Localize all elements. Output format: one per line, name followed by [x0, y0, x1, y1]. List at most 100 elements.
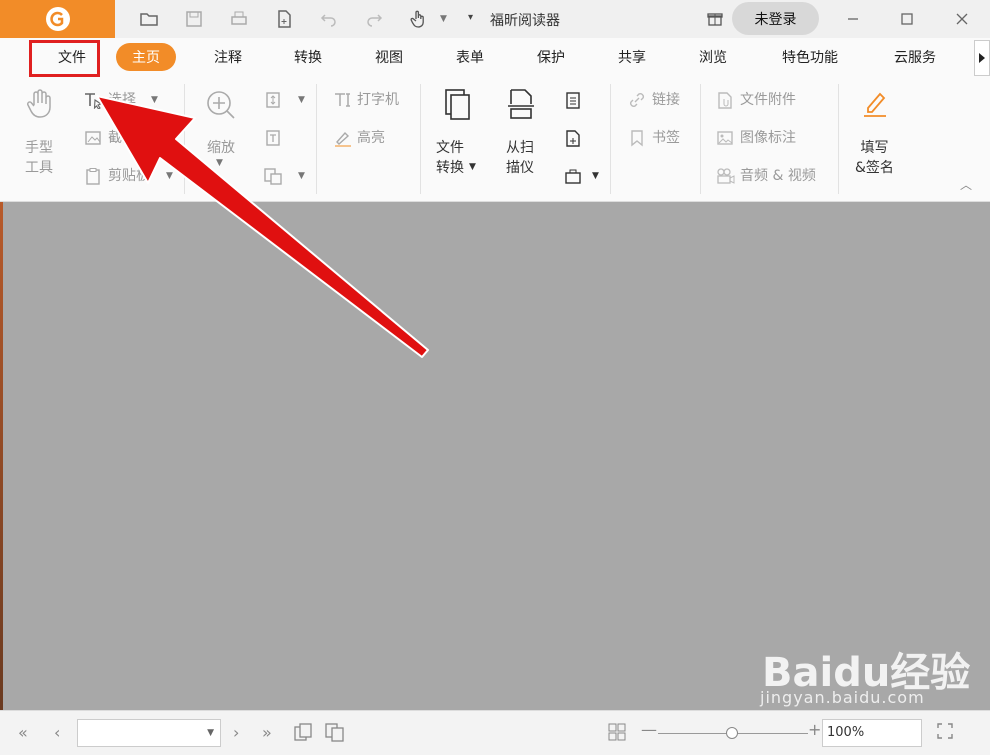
highlight-label[interactable]: 高亮	[357, 128, 385, 148]
next-view-icon[interactable]	[324, 722, 346, 746]
rotate-view-icon[interactable]	[262, 166, 284, 186]
zoom-icon[interactable]	[204, 88, 238, 122]
select-label[interactable]: 选择	[108, 90, 136, 110]
previous-page-icon[interactable]: ‹	[54, 723, 60, 742]
last-page-icon[interactable]: »	[262, 723, 272, 742]
new-file-icon[interactable]	[272, 7, 296, 31]
create-from-icon[interactable]	[562, 166, 584, 186]
image-annotation-icon[interactable]	[714, 128, 736, 148]
ribbon-separator	[838, 84, 839, 194]
typewriter-icon[interactable]	[332, 90, 354, 110]
ribbon-separator	[420, 84, 421, 194]
close-icon[interactable]	[949, 6, 975, 32]
snapshot-icon[interactable]	[82, 128, 104, 148]
zoom-out-icon[interactable]: —	[641, 720, 657, 739]
hand-tool-label[interactable]: 手型 工具	[25, 138, 53, 178]
audio-video-icon[interactable]	[714, 166, 736, 186]
page-layout-icon[interactable]	[607, 722, 627, 746]
tab-browse[interactable]: 浏览	[683, 43, 743, 71]
from-scanner-label[interactable]: 从扫 描仪	[506, 138, 534, 178]
bookmark-label[interactable]: 书签	[652, 128, 680, 148]
zoom-label[interactable]: 缩放	[207, 138, 235, 158]
blank-page-icon[interactable]	[562, 128, 584, 148]
link-label[interactable]: 链接	[652, 90, 680, 110]
ribbon-separator	[316, 84, 317, 194]
highlight-icon[interactable]	[332, 128, 354, 148]
bookmark-icon[interactable]	[626, 128, 648, 148]
status-bar: « ‹ ▼ › » — + 100%	[0, 710, 990, 755]
tab-share[interactable]: 共享	[602, 43, 662, 71]
title-bar: ▼ ▾ 福昕阅读器 未登录	[0, 0, 990, 38]
gift-icon[interactable]	[706, 9, 726, 29]
audio-video-label[interactable]: 音频 & 视频	[740, 166, 816, 186]
file-convert-label[interactable]: 文件 转换	[436, 138, 464, 178]
select-dropdown-caret-icon[interactable]: ▼	[151, 95, 158, 105]
zoom-in-icon[interactable]: +	[808, 720, 821, 739]
tab-comment[interactable]: 注释	[198, 43, 258, 71]
baidu-watermark-url: jingyan.baidu.com	[760, 688, 925, 707]
page-number-input[interactable]: ▼	[77, 719, 221, 747]
ribbon-separator	[700, 84, 701, 194]
title-dropdown-caret-icon[interactable]: ▾	[468, 12, 473, 23]
page-dropdown-caret-icon[interactable]: ▼	[207, 728, 214, 738]
collapse-ribbon-icon[interactable]: ︿	[960, 176, 972, 193]
fullscreen-icon[interactable]	[936, 722, 954, 744]
file-convert-icon[interactable]	[440, 86, 474, 122]
link-icon[interactable]	[626, 90, 648, 110]
zoom-dropdown-caret-icon[interactable]: ▼	[216, 158, 223, 168]
file-convert-dropdown-caret-icon[interactable]: ▼	[469, 162, 476, 172]
scanner-icon[interactable]	[504, 86, 538, 122]
app-logo[interactable]	[0, 0, 115, 38]
tab-scroll-right-icon[interactable]	[974, 40, 990, 76]
open-folder-icon[interactable]	[137, 7, 161, 31]
print-icon[interactable]	[227, 7, 251, 31]
hand-dropdown-caret-icon[interactable]: ▼	[440, 14, 447, 24]
image-annotation-label[interactable]: 图像标注	[740, 128, 796, 148]
login-button[interactable]: 未登录	[732, 2, 819, 35]
file-attachment-icon[interactable]	[714, 90, 736, 110]
reflow-icon[interactable]	[262, 128, 284, 148]
ribbon-home: 手型 工具 选择 ▼ 截图 剪贴板 ▼ 缩放 ▼ ▼ ▼ 打字机 高亮 文件 转…	[0, 78, 990, 202]
window-left-edge	[0, 202, 3, 710]
document-area[interactable]	[0, 202, 990, 710]
clipboard-icon[interactable]	[82, 166, 104, 186]
ribbon-separator	[184, 84, 185, 194]
save-icon[interactable]	[182, 7, 206, 31]
fit-page-icon[interactable]	[262, 90, 284, 110]
file-attachment-label[interactable]: 文件附件	[740, 90, 796, 110]
file-tab-highlight-box	[29, 40, 100, 77]
ribbon-separator	[610, 84, 611, 194]
select-text-icon[interactable]	[82, 90, 104, 110]
tab-protect[interactable]: 保护	[521, 43, 581, 71]
ribbon-tab-bar: 文件 主页 注释 转换 视图 表单 保护 共享 浏览 特色功能 云服务	[0, 38, 990, 78]
tab-home[interactable]: 主页	[116, 43, 176, 71]
rotate-view-dropdown-caret-icon[interactable]: ▼	[298, 171, 305, 181]
clipboard-label[interactable]: 剪贴板	[108, 166, 150, 186]
previous-view-icon[interactable]	[293, 722, 313, 746]
hand-cursor-icon[interactable]	[406, 7, 430, 31]
typewriter-label[interactable]: 打字机	[357, 90, 399, 110]
undo-icon[interactable]	[317, 7, 341, 31]
app-title: 福昕阅读器	[490, 13, 560, 29]
next-page-icon[interactable]: ›	[233, 723, 239, 742]
zoom-slider-handle[interactable]	[726, 727, 738, 739]
snapshot-label[interactable]: 截图	[108, 128, 136, 148]
maximize-icon[interactable]	[894, 6, 920, 32]
tab-view[interactable]: 视图	[359, 43, 419, 71]
clipboard-dropdown-caret-icon[interactable]: ▼	[166, 171, 173, 181]
zoom-value-field[interactable]: 100%	[822, 719, 922, 747]
hand-tool-icon[interactable]	[24, 88, 54, 120]
fill-sign-icon[interactable]	[858, 86, 892, 122]
tab-form[interactable]: 表单	[440, 43, 500, 71]
redo-icon[interactable]	[362, 7, 386, 31]
minimize-icon[interactable]	[840, 6, 866, 32]
clipboard-pdf-icon[interactable]	[562, 90, 584, 110]
tab-cloud[interactable]: 云服务	[880, 43, 950, 71]
fit-page-dropdown-caret-icon[interactable]: ▼	[298, 95, 305, 105]
create-dropdown-caret-icon[interactable]: ▼	[592, 171, 599, 181]
first-page-icon[interactable]: «	[18, 723, 28, 742]
tab-features[interactable]: 特色功能	[770, 43, 850, 71]
fill-sign-label[interactable]: 填写 &签名	[855, 138, 894, 178]
foxit-logo-icon	[45, 7, 70, 31]
tab-convert[interactable]: 转换	[278, 43, 338, 71]
